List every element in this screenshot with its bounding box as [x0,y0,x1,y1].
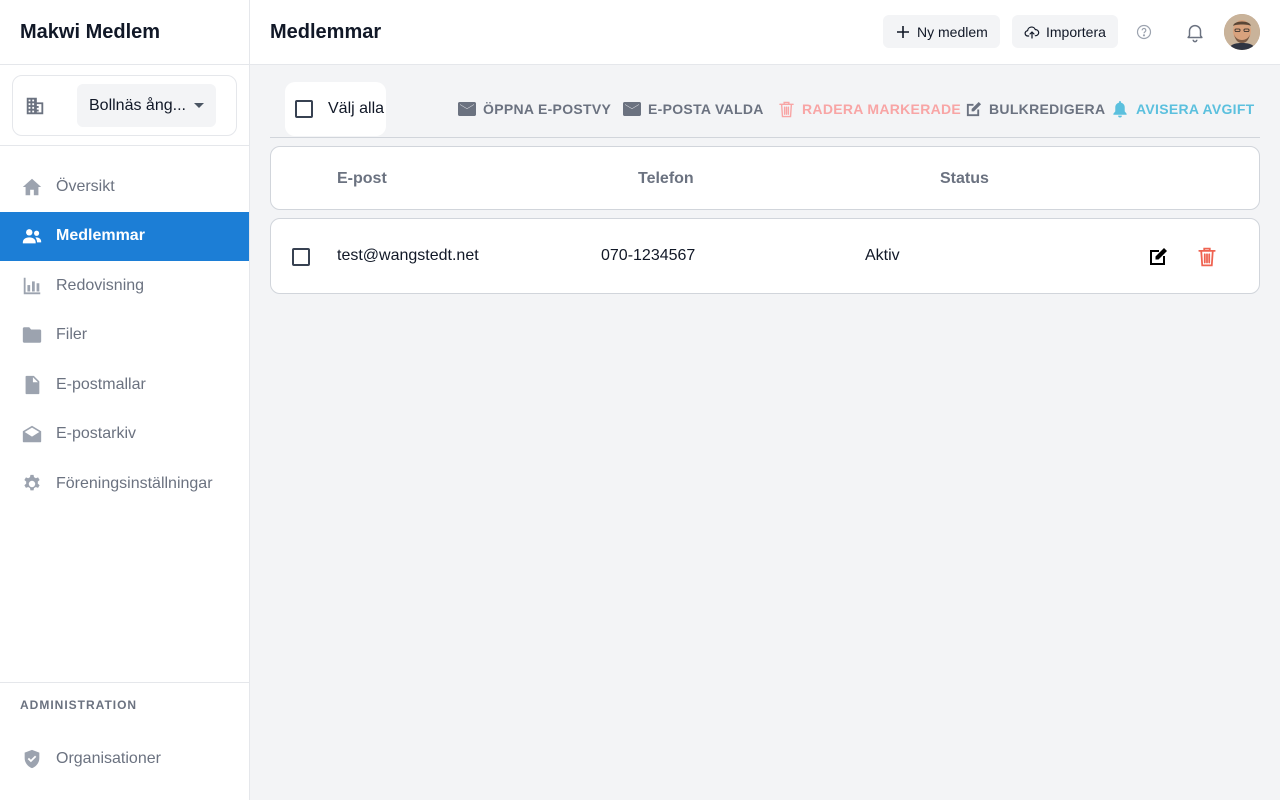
organization-dropdown[interactable]: Bollnäs ång... [77,84,216,127]
edit-member-icon[interactable] [1147,246,1169,268]
row-email: test@wangstedt.net [337,247,479,264]
sidebar-divider [0,145,249,146]
delete-selected-button[interactable]: RADERA MARKERADE [777,99,961,119]
row-phone: 070-1234567 [601,247,696,264]
edit-icon [964,100,982,118]
bar-chart-icon [20,274,44,298]
import-label: Importera [1046,23,1106,40]
gear-icon [20,472,44,496]
shield-check-icon [20,747,44,771]
building-icon [23,94,47,118]
sidebar-item-e-postarkiv[interactable]: E-postarkiv [0,410,249,460]
sidebar-item-label: Medlemmar [56,227,145,245]
column-header-status[interactable]: Status [940,170,989,188]
column-header-phone[interactable]: Telefon [638,170,694,188]
bulk-toolbar: Välj alla ÖPPNA E-POSTVY E-POSTA VALDA R… [270,82,1260,138]
admin-divider [0,682,249,683]
top-header: Medlemmar Ny medlem Importera [250,0,1280,65]
sidebar-item-label: Föreningsinställningar [56,474,213,492]
delete-selected-label: RADERA MARKERADE [802,101,962,117]
document-icon [20,373,44,397]
sidebar-item-medlemmar[interactable]: Medlemmar [0,211,249,261]
column-header-email[interactable]: E-post [337,170,387,188]
organization-dropdown-value: Bollnäs ång... [89,96,186,114]
row-status: Aktiv [865,247,900,264]
sidebar-item-label: Organisationer [56,749,161,767]
help-icon[interactable] [1136,24,1152,40]
sidebar-item-label: Översikt [56,177,115,195]
app-brand: Makwi Medlem [0,0,249,65]
envelope-open-icon [20,422,44,446]
select-all-toggle[interactable]: Välj alla [285,82,386,136]
sidebar-item-label: E-postmallar [56,375,146,393]
bell-icon[interactable] [1184,21,1206,43]
users-icon [20,224,44,248]
new-member-label: Ny medlem [917,23,988,40]
row-checkbox[interactable] [292,248,310,266]
new-member-button[interactable]: Ny medlem [883,15,1000,48]
sidebar-item-foreningsinstallningar[interactable]: Föreningsinställningar [0,459,249,509]
folder-icon [20,323,44,347]
envelope-icon [458,100,476,118]
table-header: E-post Telefon Status [270,146,1260,210]
page-title: Medlemmar [270,21,382,43]
notify-fee-button[interactable]: AVISERA AVGIFT [1111,99,1255,119]
sidebar-item-label: Redovisning [56,276,145,294]
open-email-view-label: ÖPPNA E-POSTVY [483,101,612,117]
sidebar-item-redovisning[interactable]: Redovisning [0,261,249,311]
sidebar-item-oversikt[interactable]: Översikt [0,162,249,212]
select-all-label: Välj alla [328,100,385,117]
bell-icon [1111,100,1129,118]
organization-selector: Bollnäs ång... [12,75,237,136]
sidebar: Makwi Medlem Bollnäs ång... Översikt Med… [0,0,250,800]
open-email-view-button[interactable]: ÖPPNA E-POSTVY [458,99,611,119]
sidebar-item-filer[interactable]: Filer [0,311,249,361]
chevron-down-icon [194,103,204,108]
trash-icon [777,100,795,118]
sidebar-nav: Översikt Medlemmar Redovisning Filer E-p… [0,162,249,509]
bulk-edit-button[interactable]: BULKREDIGERA [964,99,1105,119]
bulk-edit-label: BULKREDIGERA [989,101,1106,117]
home-icon [20,175,44,199]
sidebar-item-organisationer[interactable]: Organisationer [0,734,249,784]
plus-icon [895,24,911,40]
notify-fee-label: AVISERA AVGIFT [1136,101,1255,117]
delete-member-icon[interactable] [1196,246,1218,268]
sidebar-item-label: Filer [56,326,88,344]
avatar[interactable] [1224,14,1260,50]
email-selected-button[interactable]: E-POSTA VALDA [623,99,764,119]
sidebar-item-e-postmallar[interactable]: E-postmallar [0,360,249,410]
cloud-upload-icon [1024,24,1040,40]
email-selected-label: E-POSTA VALDA [648,101,764,117]
select-all-checkbox[interactable] [295,100,313,118]
sidebar-item-label: E-postarkiv [56,425,137,443]
import-button[interactable]: Importera [1012,15,1118,48]
envelope-icon [623,100,641,118]
admin-section-heading: ADMINISTRATION [20,698,138,712]
table-row: test@wangstedt.net 070-1234567 Aktiv [270,218,1260,294]
